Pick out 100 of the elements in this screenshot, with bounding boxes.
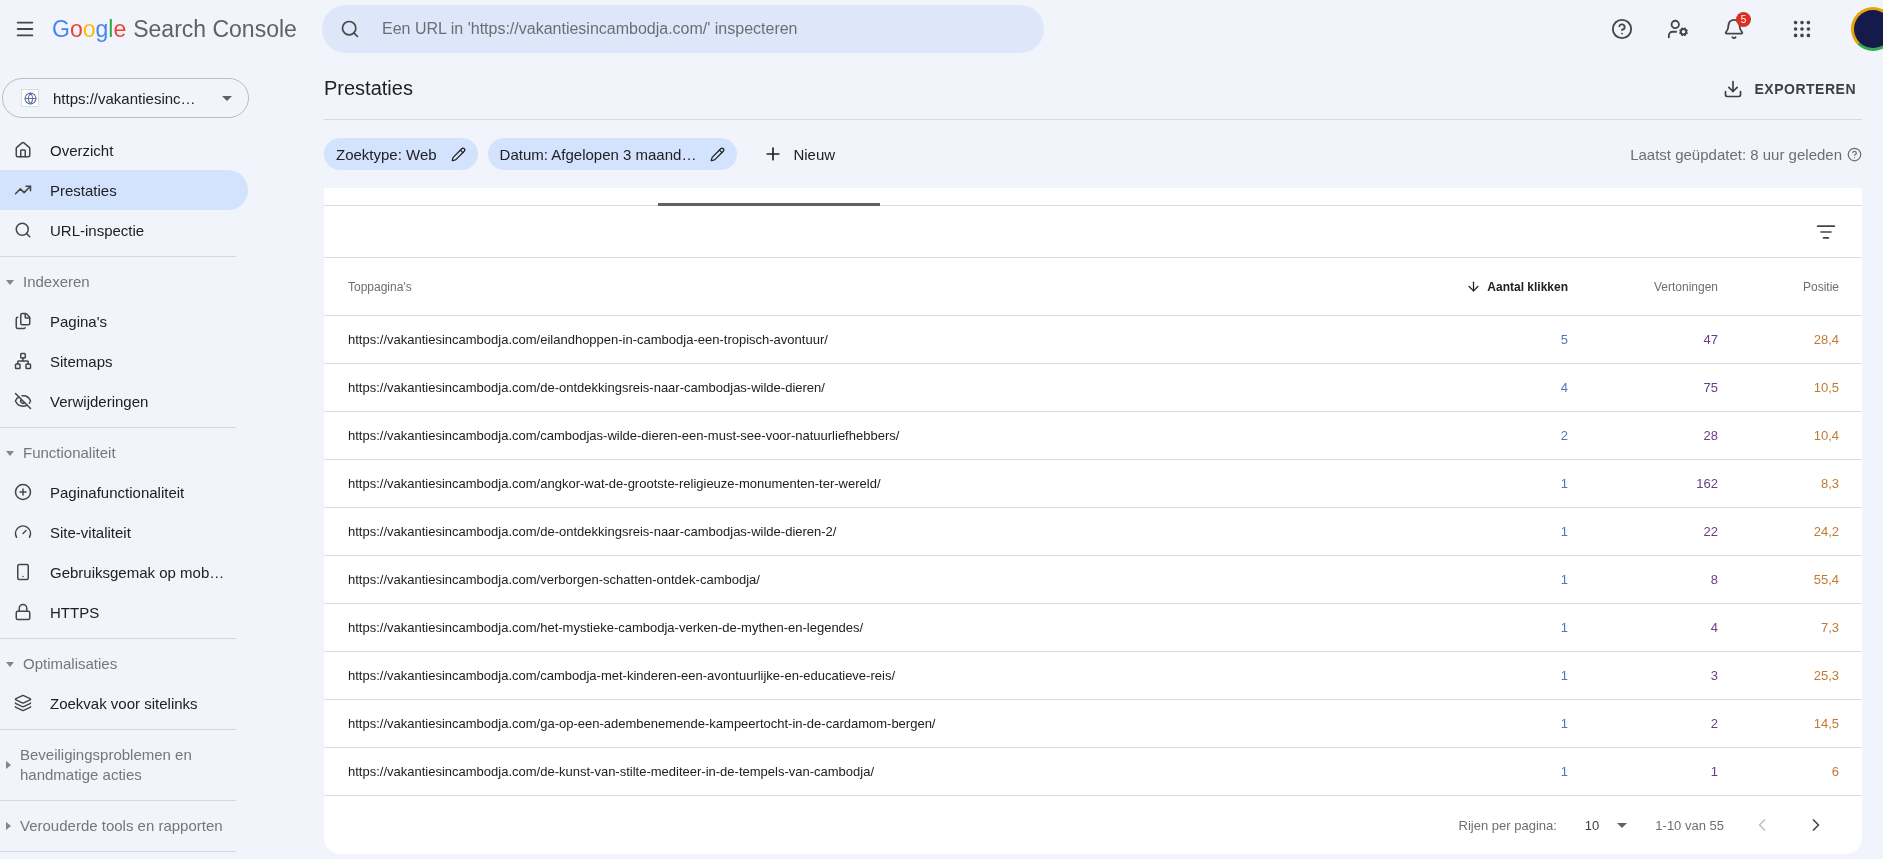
search-icon bbox=[340, 19, 360, 39]
filter-chip[interactable]: Datum: Afgelopen 3 maand… bbox=[487, 138, 738, 170]
plus-circle-icon bbox=[14, 483, 32, 501]
table-cell: 24,2 bbox=[1813, 524, 1839, 539]
table-cell: 162 bbox=[1696, 476, 1718, 491]
pencil-icon bbox=[710, 146, 726, 162]
table-cell: https://vakantiesincambodja.com/ga-op-een-adembenemende-kampeertocht-in-de-cardamom-bergen/ bbox=[348, 716, 936, 731]
column-header[interactable]: Positie bbox=[1802, 279, 1839, 294]
filter-chip[interactable]: Zoektype: Web bbox=[324, 138, 478, 170]
table-cell: 28,4 bbox=[1813, 332, 1839, 347]
table-cell: 1 bbox=[1560, 524, 1568, 539]
table-cell: 8 bbox=[1710, 572, 1718, 587]
table-cell: 22 bbox=[1703, 524, 1718, 539]
user-settings-icon[interactable] bbox=[1667, 18, 1689, 40]
nav-item[interactable]: Paginafunctionaliteit bbox=[0, 472, 248, 512]
caret-icon bbox=[6, 761, 11, 769]
tree-icon bbox=[14, 352, 32, 370]
avatar[interactable] bbox=[1851, 7, 1883, 51]
table-cell: https://vakantiesincambodja.com/de-kunst-van-stilte-mediteer-in-de-tempels-van-cambodja/ bbox=[348, 764, 874, 779]
table-cell: https://vakantiesincambodja.com/cambodjas-wilde-dieren-een-must-see-voor-natuurliefhebbers/ bbox=[348, 428, 900, 443]
logo-product: Search Console bbox=[133, 15, 297, 43]
caret-icon bbox=[6, 450, 14, 456]
rows-per-page-label: Rijen per pagina: bbox=[1458, 817, 1557, 833]
column-header[interactable]: Vertoningen bbox=[1653, 279, 1718, 294]
page-title: Prestaties bbox=[324, 77, 413, 100]
help-icon[interactable] bbox=[1847, 146, 1862, 162]
eye-off-icon bbox=[14, 392, 32, 410]
logo-brand: Google bbox=[52, 15, 127, 43]
table-cell: 10,5 bbox=[1813, 380, 1839, 395]
pencil-icon bbox=[450, 146, 466, 162]
nav-item[interactable]: Site-vitaliteit bbox=[0, 512, 248, 552]
table-cell: 8,3 bbox=[1820, 476, 1839, 491]
layers-icon bbox=[14, 694, 32, 712]
nav-item[interactable]: Overzicht bbox=[0, 130, 248, 170]
nav-section-header[interactable]: Indexeren bbox=[0, 263, 236, 301]
help-icon[interactable] bbox=[1611, 18, 1633, 40]
table-cell: https://vakantiesincambodja.com/de-ontdekkingsreis-naar-cambodjas-wilde-dieren/ bbox=[348, 380, 825, 395]
nav-item[interactable]: HTTPS bbox=[0, 592, 248, 632]
table-cell: https://vakantiesincambodja.com/het-mystieke-cambodja-verken-de-mythen-en-legendes/ bbox=[348, 620, 864, 635]
nav-item[interactable]: Sitemaps bbox=[0, 341, 248, 381]
notification-badge: 5 bbox=[1736, 12, 1751, 27]
table-cell: 4 bbox=[1710, 620, 1718, 635]
table-cell: 1 bbox=[1560, 572, 1568, 587]
table-cell: 2 bbox=[1710, 716, 1718, 731]
table-cell: https://vakantiesincambodja.com/de-ontdekkingsreis-naar-cambodjas-wilde-dieren-2/ bbox=[348, 524, 837, 539]
search-input[interactable]: Een URL in 'https://vakantiesincambodja.com/' inspecteren bbox=[380, 19, 1026, 39]
nav-section-header[interactable]: Optimalisaties bbox=[0, 645, 236, 683]
dropdown-caret-icon bbox=[1617, 822, 1628, 828]
table-cell: 1 bbox=[1560, 764, 1568, 779]
search-field[interactable]: Een URL in 'https://vakantiesincambodja.com/' inspecteren bbox=[322, 5, 1044, 53]
table-cell: https://vakantiesincambodja.com/angkor-wat-de-grootste-religieuze-monumenten-ter-wereld/ bbox=[348, 476, 881, 491]
table-cell: 5 bbox=[1560, 332, 1568, 347]
caret-icon bbox=[6, 661, 14, 667]
nav-item[interactable]: Gebruiksgemak op mob… bbox=[0, 552, 248, 592]
table-cell: 1 bbox=[1560, 620, 1568, 635]
nav-section-header[interactable]: Beveiligingsproblemen en handmatige acties bbox=[0, 736, 236, 794]
table-cell: https://vakantiesincambodja.com/eilandhoppen-in-cambodja-een-tropisch-avontuur/ bbox=[348, 332, 828, 347]
table-cell: 25,3 bbox=[1813, 668, 1839, 683]
table-cell: 4 bbox=[1560, 380, 1568, 395]
dropdown-caret-icon bbox=[222, 95, 232, 101]
files-icon bbox=[14, 312, 32, 330]
table-cell: 1 bbox=[1710, 764, 1718, 779]
table-cell: 1 bbox=[1560, 668, 1568, 683]
nav-item[interactable]: Verwijderingen bbox=[0, 381, 248, 421]
lock-icon bbox=[14, 603, 32, 621]
table-cell: 1 bbox=[1560, 716, 1568, 731]
nav-item[interactable]: Zoekvak voor sitelinks bbox=[0, 683, 248, 723]
nav-item[interactable]: Pagina's bbox=[0, 301, 248, 341]
nav-item[interactable]: Prestaties bbox=[0, 170, 248, 210]
table-cell: 10,4 bbox=[1813, 428, 1839, 443]
caret-icon bbox=[6, 822, 11, 830]
table-cell: 6 bbox=[1831, 764, 1839, 779]
table-cell: https://vakantiesincambodja.com/cambodja-met-kinderen-een-avontuurlijke-en-educatieve-reis/ bbox=[348, 668, 895, 683]
column-header[interactable]: Toppagina's bbox=[348, 279, 412, 294]
arrow-down-icon bbox=[1466, 279, 1482, 294]
last-updated-text: Laatst geüpdatet: 8 uur geleden bbox=[1630, 145, 1842, 163]
table-cell: 3 bbox=[1710, 668, 1718, 683]
export-button[interactable]: EXPORTEREN bbox=[1716, 77, 1862, 100]
gauge-icon bbox=[14, 523, 32, 541]
column-header[interactable]: Aantal klikken bbox=[1466, 279, 1568, 294]
caret-icon bbox=[6, 279, 14, 285]
table-cell: 14,5 bbox=[1813, 716, 1839, 731]
page-range: 1-10 van 55 bbox=[1655, 817, 1724, 833]
new-filter-button[interactable]: Nieuw bbox=[757, 143, 842, 165]
nav-section-header[interactable]: Functionaliteit bbox=[0, 434, 236, 472]
phone-icon bbox=[14, 563, 32, 581]
search-icon bbox=[14, 221, 32, 239]
nav-item[interactable]: URL-inspectie bbox=[0, 210, 248, 250]
apps-grid-icon[interactable] bbox=[1791, 18, 1813, 40]
table-cell: 28 bbox=[1703, 428, 1718, 443]
table-cell: 47 bbox=[1703, 332, 1718, 347]
table-cell: 1 bbox=[1560, 476, 1568, 491]
rows-per-page-select[interactable]: 10 bbox=[1578, 816, 1634, 834]
table-cell: https://vakantiesincambodja.com/verborgen-schatten-ontdek-cambodja/ bbox=[348, 572, 760, 587]
home-icon bbox=[14, 141, 32, 159]
nav-section-header[interactable]: Verouderde tools en rapporten bbox=[0, 807, 236, 845]
table-cell: 75 bbox=[1703, 380, 1718, 395]
table-cell: 7,3 bbox=[1820, 620, 1839, 635]
table-cell: 2 bbox=[1560, 428, 1568, 443]
download-icon bbox=[1722, 78, 1743, 99]
